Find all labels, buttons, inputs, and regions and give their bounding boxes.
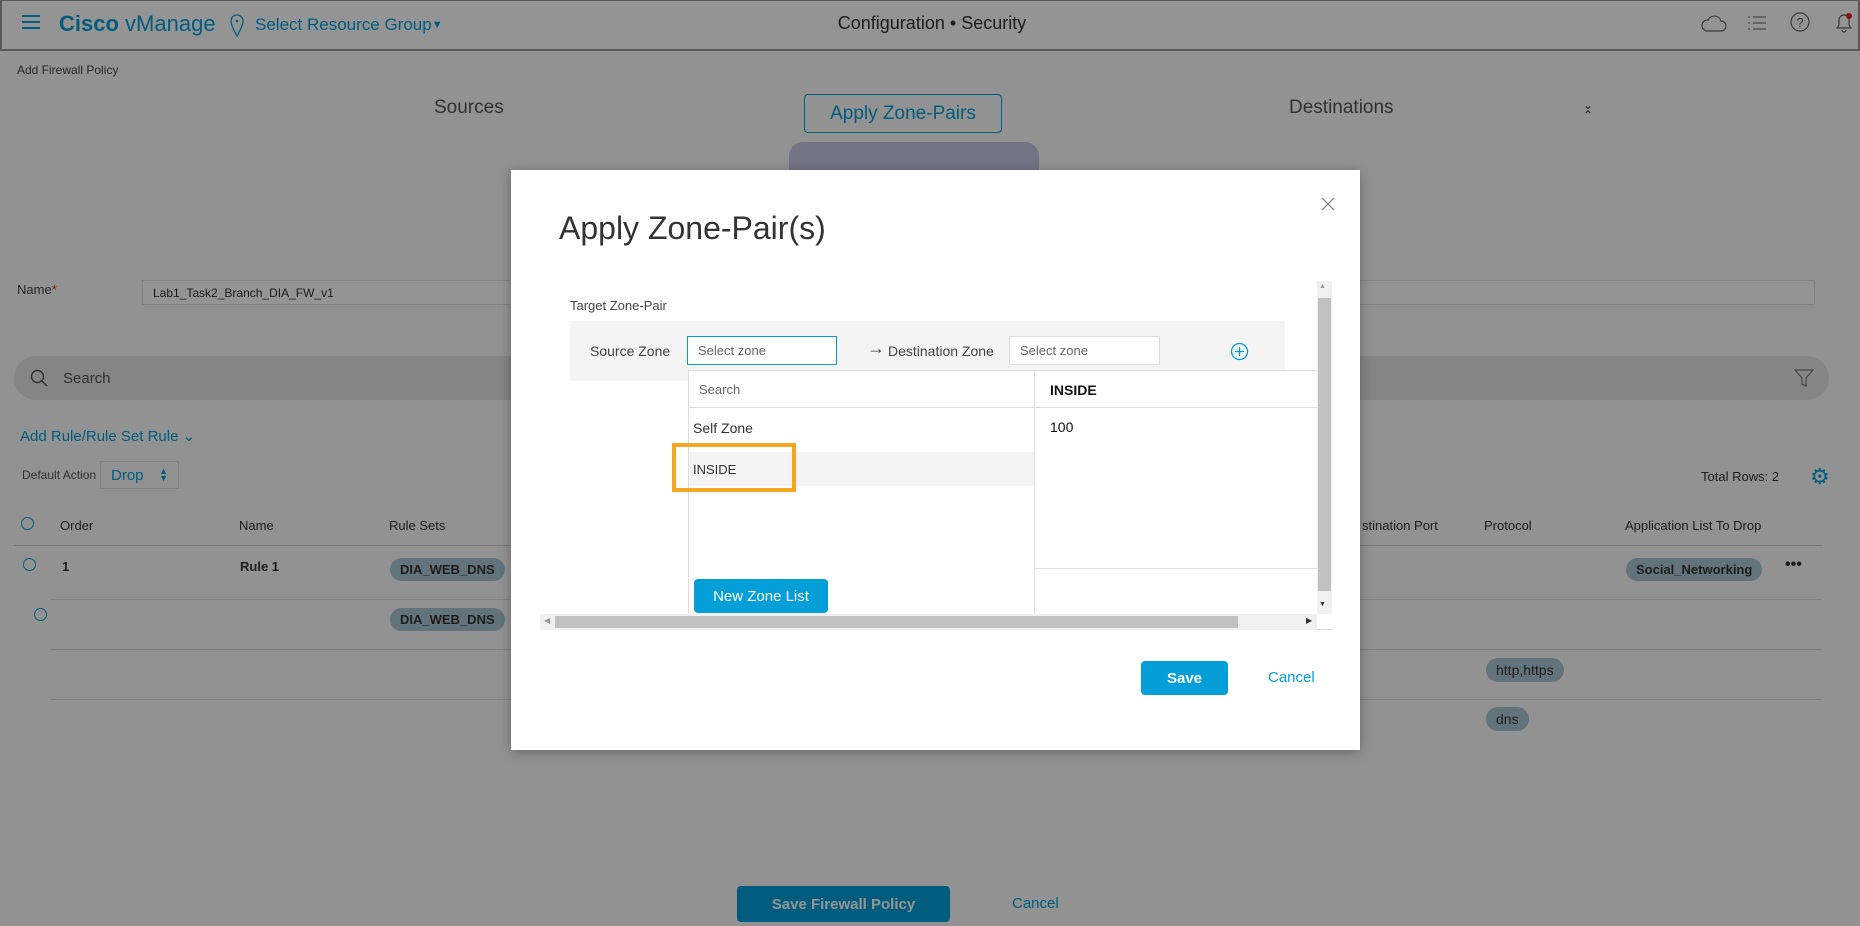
source-zone-label: Source Zone bbox=[590, 343, 671, 359]
apply-zone-pairs-modal: Apply Zone-Pair(s) Target Zone-Pair Sour… bbox=[511, 170, 1360, 750]
scroll-down-icon[interactable]: ▼ bbox=[1319, 601, 1326, 608]
highlight-box bbox=[672, 443, 796, 492]
save-button[interactable]: Save bbox=[1141, 661, 1228, 695]
destination-zone-input[interactable]: Select zone bbox=[1009, 336, 1160, 365]
zone-option-self-zone[interactable]: Self Zone bbox=[693, 420, 753, 436]
cancel-button[interactable]: Cancel bbox=[1268, 669, 1315, 686]
add-zone-pair-icon[interactable] bbox=[1230, 342, 1249, 361]
close-icon[interactable] bbox=[1320, 196, 1336, 212]
target-zone-pair-label: Target Zone-Pair bbox=[570, 298, 667, 313]
new-zone-list-button[interactable]: New Zone List bbox=[694, 579, 828, 613]
modal-title: Apply Zone-Pair(s) bbox=[559, 210, 826, 246]
source-zone-input[interactable]: Select zone bbox=[687, 336, 837, 365]
scroll-left-icon[interactable]: ◀ bbox=[544, 616, 550, 625]
horizontal-scroll-thumb[interactable] bbox=[555, 616, 1238, 628]
zone-pair-scroll-area: Target Zone-Pair Source Zone Select zone… bbox=[540, 281, 1332, 630]
destination-zone-label: Destination Zone bbox=[888, 343, 994, 359]
horizontal-scrollbar[interactable]: ◀ ▶ bbox=[540, 614, 1317, 630]
zone-dropdown: Search Self Zone INSIDE New Zone List bbox=[688, 370, 1035, 630]
preview-title: INSIDE bbox=[1035, 371, 1332, 408]
scroll-right-icon[interactable]: ▶ bbox=[1306, 616, 1312, 625]
vertical-scroll-thumb[interactable] bbox=[1318, 298, 1331, 591]
scroll-up-icon[interactable]: ▲ bbox=[1319, 283, 1326, 290]
vertical-scrollbar[interactable]: ▲ ▼ bbox=[1317, 281, 1332, 614]
zone-search-input[interactable]: Search bbox=[689, 371, 1034, 408]
arrow-right-icon: → bbox=[867, 338, 885, 358]
zone-preview-panel: INSIDE 100 bbox=[1035, 370, 1332, 630]
preview-value: 100 bbox=[1050, 419, 1074, 435]
